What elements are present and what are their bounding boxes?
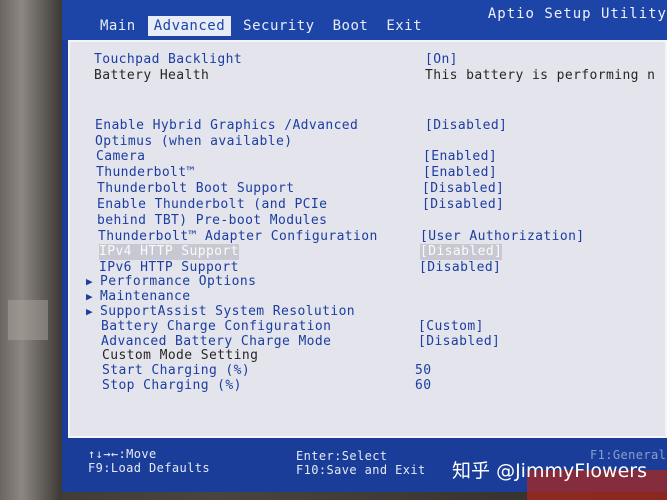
- submenu-arrow-icon: ▶: [86, 275, 93, 288]
- setting-row-hybrid-graphics[interactable]: Enable Hybrid Graphics /Advanced [Disabl…: [70, 118, 665, 134]
- monitor-bezel: [0, 0, 62, 500]
- setting-label: SupportAssist System Resolution: [100, 304, 356, 319]
- setting-row-thunderbolt-adapter[interactable]: Thunderbolt™ Adapter Configuration [User…: [70, 229, 665, 245]
- tab-exit[interactable]: Exit: [380, 16, 428, 36]
- photo-frame: Main Advanced Security Boot Exit Aptio S…: [0, 0, 667, 500]
- tab-main[interactable]: Main: [94, 16, 142, 36]
- submenu-supportassist[interactable]: ▶ SupportAssist System Resolution: [70, 304, 665, 320]
- setting-label: Start Charging (%): [102, 363, 251, 378]
- setting-value[interactable]: [On]: [425, 52, 458, 68]
- setting-row-thunderbolt-boot[interactable]: Thunderbolt Boot Support [Disabled]: [70, 181, 665, 197]
- setting-row-thunderbolt[interactable]: Thunderbolt™ [Enabled]: [70, 165, 665, 181]
- tab-security[interactable]: Security: [237, 16, 320, 36]
- help-move: ↑↓→←:Move: [88, 447, 157, 461]
- setting-value[interactable]: 60: [415, 378, 431, 394]
- setting-value: This battery is performing n: [425, 68, 656, 83]
- setting-label: Enable Thunderbolt (and PCIe: [97, 197, 328, 212]
- setting-row-thunderbolt-preboot[interactable]: Enable Thunderbolt (and PCIe [Disabled]: [70, 197, 665, 213]
- tab-advanced[interactable]: Advanced: [147, 16, 232, 36]
- settings-panel: Touchpad Backlight [On] Battery Health T…: [68, 40, 667, 438]
- setting-value[interactable]: [Disabled]: [422, 181, 504, 197]
- setting-label: Custom Mode Setting: [102, 348, 259, 363]
- setting-label: Performance Options: [100, 274, 257, 289]
- submenu-performance-options[interactable]: ▶ Performance Options: [70, 274, 665, 290]
- setting-row-custom-mode: Custom Mode Setting: [70, 348, 665, 364]
- setting-row-hybrid-graphics-cont: Optimus (when available): [70, 134, 665, 150]
- setting-label: Enable Hybrid Graphics /Advanced: [95, 118, 359, 133]
- setting-label: Optimus (when available): [95, 134, 293, 149]
- watermark-text: 知乎 @JimmyFlowers: [452, 460, 647, 482]
- setting-value[interactable]: [Disabled]: [422, 197, 504, 213]
- setting-value[interactable]: [Custom]: [418, 319, 484, 335]
- help-save-exit: F10:Save and Exit: [296, 463, 426, 477]
- setting-value[interactable]: [Disabled]: [420, 244, 503, 260]
- setting-label: IPv4 HTTP Support: [99, 244, 239, 260]
- setting-row-stop-charging[interactable]: Stop Charging (%) 60: [70, 378, 665, 394]
- setting-label: Maintenance: [100, 289, 191, 304]
- setting-row-start-charging[interactable]: Start Charging (%) 50: [70, 363, 665, 379]
- bezel-reflection: [8, 300, 48, 340]
- submenu-arrow-icon: ▶: [86, 305, 93, 318]
- setting-label: Thunderbolt™ Adapter Configuration: [98, 229, 378, 244]
- setting-value[interactable]: [User Authorization]: [420, 229, 585, 245]
- help-select: Enter:Select: [296, 449, 388, 463]
- bios-screen: Main Advanced Security Boot Exit Aptio S…: [62, 0, 667, 492]
- setting-value[interactable]: [Enabled]: [423, 165, 497, 181]
- setting-value[interactable]: 50: [415, 363, 431, 379]
- submenu-arrow-icon: ▶: [86, 290, 93, 303]
- setting-label: Battery Health: [94, 68, 210, 83]
- setting-row-touchpad-backlight[interactable]: Touchpad Backlight [On]: [70, 52, 665, 68]
- setting-row-battery-charge-config[interactable]: Battery Charge Configuration [Custom]: [70, 319, 665, 335]
- tab-boot[interactable]: Boot: [327, 16, 375, 36]
- setting-label: behind TBT) Pre-boot Modules: [97, 213, 328, 228]
- setting-row-battery-health: Battery Health This battery is performin…: [70, 68, 665, 84]
- help-load-defaults: F9:Load Defaults: [88, 461, 210, 475]
- setting-value[interactable]: [Disabled]: [425, 118, 507, 134]
- setting-row-ipv4-http[interactable]: IPv4 HTTP Support [Disabled]: [70, 244, 665, 260]
- setting-label: Thunderbolt Boot Support: [97, 181, 295, 196]
- setting-label: Battery Charge Configuration: [101, 319, 332, 334]
- setting-row-camera[interactable]: Camera [Enabled]: [70, 149, 665, 165]
- utility-title: Aptio Setup Utility: [487, 6, 667, 22]
- submenu-maintenance[interactable]: ▶ Maintenance: [70, 289, 665, 305]
- setting-label: Touchpad Backlight: [94, 52, 243, 67]
- setting-label: Camera: [96, 149, 146, 164]
- setting-label: Stop Charging (%): [102, 378, 242, 393]
- setting-value[interactable]: [Enabled]: [423, 149, 497, 165]
- menu-tabs: Main Advanced Security Boot Exit: [94, 16, 434, 36]
- setting-label: Thunderbolt™: [96, 165, 195, 180]
- setting-row-thunderbolt-preboot-cont: behind TBT) Pre-boot Modules: [70, 213, 665, 229]
- menu-bar: Main Advanced Security Boot Exit Aptio S…: [62, 0, 667, 40]
